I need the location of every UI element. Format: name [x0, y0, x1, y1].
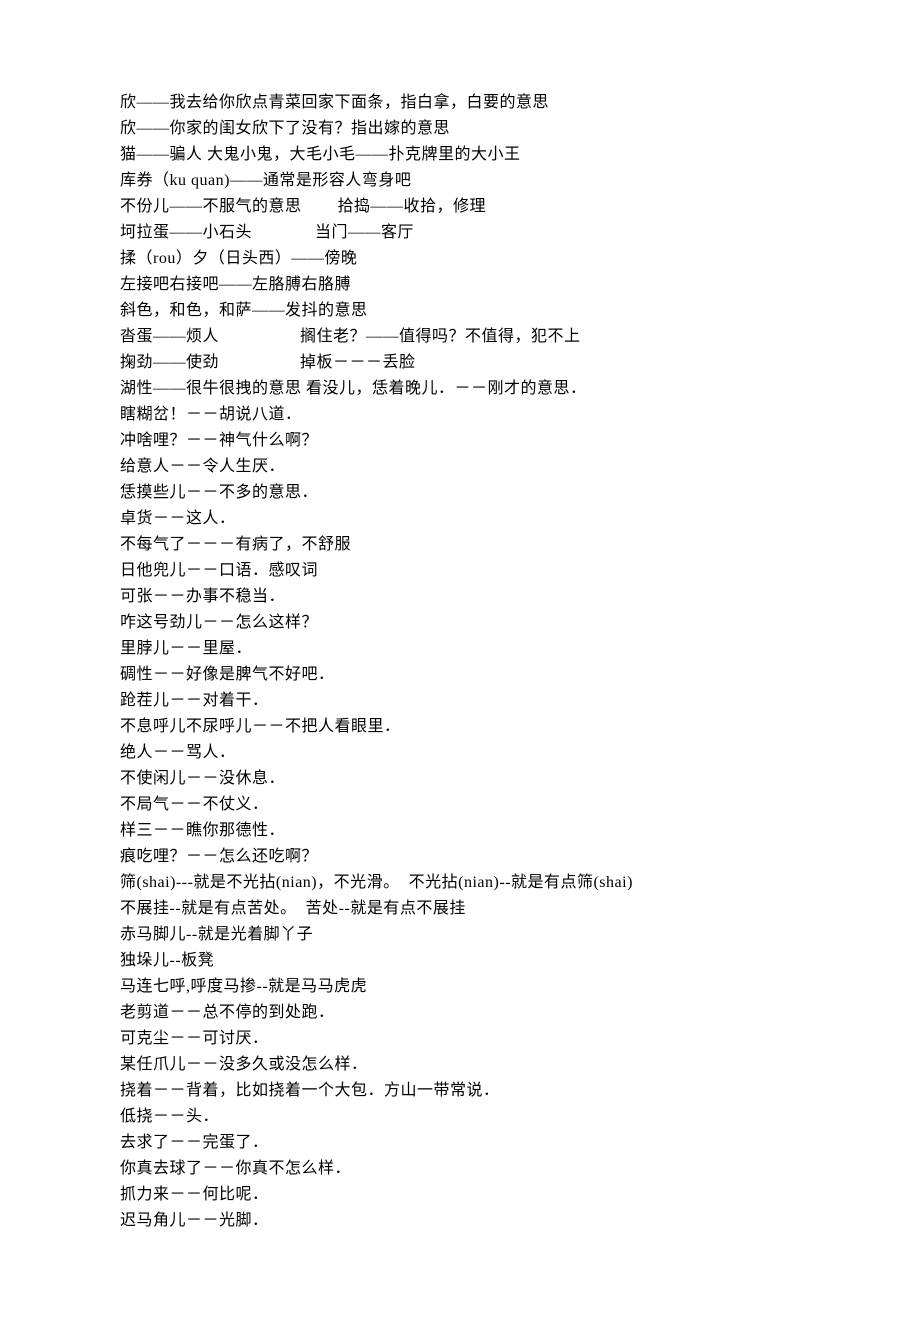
text-line: 迟马角儿－－光脚．	[120, 1208, 800, 1234]
text-line: 筛(shai)---就是不光拈(nian)，不光滑。 不光拈(nian)--就是…	[120, 870, 800, 896]
text-line: 挠着－－背着，比如挠着一个大包．方山一带常说．	[120, 1078, 800, 1104]
text-line: 库券（ku quan)——通常是形容人弯身吧	[120, 168, 800, 194]
text-line: 瞎糊岔！－－胡说八道．	[120, 402, 800, 428]
text-line: 可张－－办事不稳当．	[120, 584, 800, 610]
text-line: 揉（rou）夕（日头西）——傍晚	[120, 246, 800, 272]
text-line: 抓力来－－何比呢．	[120, 1182, 800, 1208]
text-line: 不使闲儿－－没休息．	[120, 766, 800, 792]
text-line: 咋这号劲儿－－怎么这样？	[120, 610, 800, 636]
text-line: 绝人－－骂人．	[120, 740, 800, 766]
text-line: 某任爪儿－－没多久或没怎么样．	[120, 1052, 800, 1078]
text-line: 卓货－－这人．	[120, 506, 800, 532]
text-line: 去求了－－完蛋了．	[120, 1130, 800, 1156]
document-content: 欣——我去给你欣点青菜回家下面条，指白拿，白要的意思欣——你家的闺女欣下了没有？…	[120, 90, 800, 1234]
text-line: 赤马脚儿--就是光着脚丫子	[120, 922, 800, 948]
text-line: 日他兜儿－－口语．感叹词	[120, 558, 800, 584]
text-line: 坷拉蛋——小石头 当门——客厅	[120, 220, 800, 246]
text-line: 欣——你家的闺女欣下了没有？指出嫁的意思	[120, 116, 800, 142]
text-line: 斜色，和色，和萨——发抖的意思	[120, 298, 800, 324]
text-line: 恁摸些儿－－不多的意思．	[120, 480, 800, 506]
document-page: 欣——我去给你欣点青菜回家下面条，指白拿，白要的意思欣——你家的闺女欣下了没有？…	[0, 0, 920, 1324]
text-line: 马连七呼,呼度马掺--就是马马虎虎	[120, 974, 800, 1000]
text-line: 可克尘－－可讨厌．	[120, 1026, 800, 1052]
text-line: 不展挂--就是有点苦处。 苦处--就是有点不展挂	[120, 896, 800, 922]
text-line: 跄茬儿－－对着干．	[120, 688, 800, 714]
text-line: 欣——我去给你欣点青菜回家下面条，指白拿，白要的意思	[120, 90, 800, 116]
text-line: 老剪道－－总不停的到处跑．	[120, 1000, 800, 1026]
text-line: 痕吃哩？－－怎么还吃啊？	[120, 844, 800, 870]
text-line: 不息呼儿不尿呼儿－－不把人看眼里．	[120, 714, 800, 740]
text-line: 样三－－瞧你那德性．	[120, 818, 800, 844]
text-line: 沓蛋——烦人 搁住老？——值得吗？不值得，犯不上	[120, 324, 800, 350]
text-line: 低挠－－头．	[120, 1104, 800, 1130]
text-line: 碉性－－好像是脾气不好吧．	[120, 662, 800, 688]
text-line: 不每气了－－－有病了，不舒服	[120, 532, 800, 558]
text-line: 给意人－－令人生厌．	[120, 454, 800, 480]
text-line: 猫——骗人 大鬼小鬼，大毛小毛——扑克牌里的大小王	[120, 142, 800, 168]
text-line: 湖性——很牛很拽的意思 看没儿，恁着晚儿．－－刚才的意思．	[120, 376, 800, 402]
text-line: 掬劲——使劲 掉板－－－丢脸	[120, 350, 800, 376]
text-line: 独垛儿--板凳	[120, 948, 800, 974]
text-line: 不局气－－不仗义．	[120, 792, 800, 818]
text-line: 冲啥哩？－－神气什么啊？	[120, 428, 800, 454]
text-line: 左接吧右接吧——左胳膊右胳膊	[120, 272, 800, 298]
text-line: 你真去球了－－你真不怎么样．	[120, 1156, 800, 1182]
text-line: 不份儿——不服气的意思 拾捣——收拾，修理	[120, 194, 800, 220]
text-line: 里脖儿－－里屋．	[120, 636, 800, 662]
